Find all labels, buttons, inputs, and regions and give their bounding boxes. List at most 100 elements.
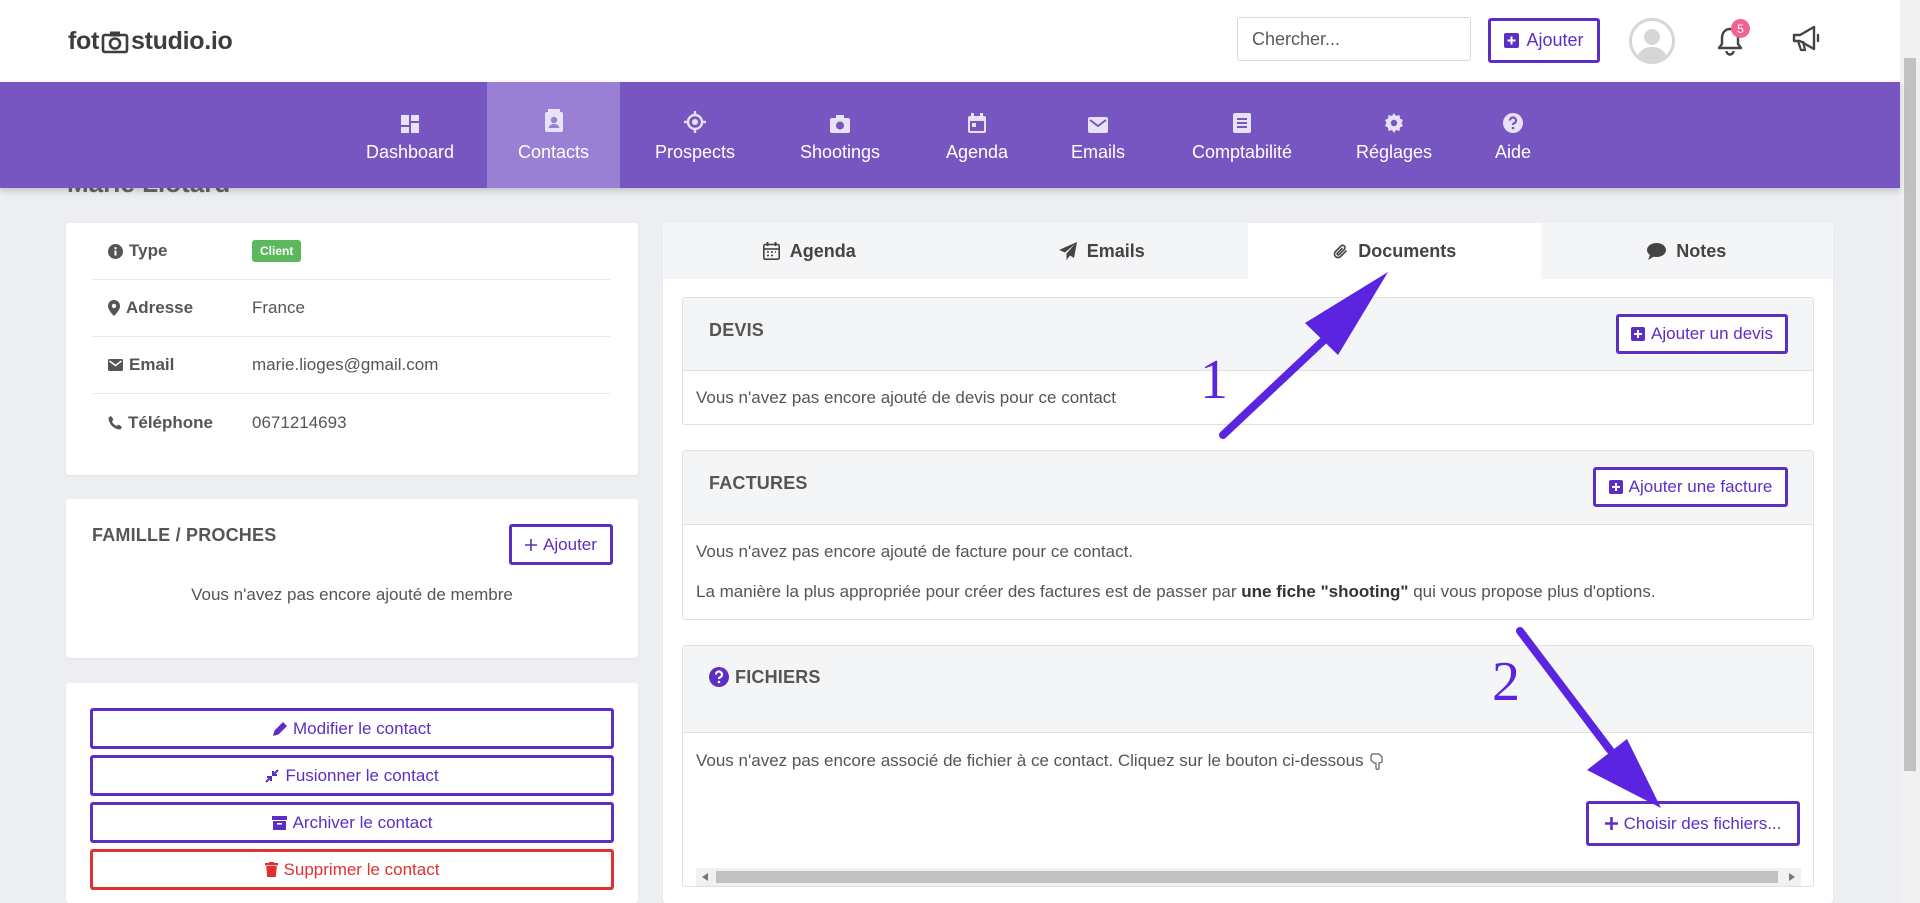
question-icon [1503,113,1523,133]
horizontal-scrollbar[interactable] [696,868,1801,886]
compress-arrows-icon [265,768,280,783]
envelope-icon [1088,117,1108,133]
factures-panel: FACTURES Ajouter une facture Vous n'avez… [682,450,1814,620]
fichiers-empty-text: Vous n'avez pas encore associé de fichie… [696,751,1386,771]
nav-aide[interactable]: Aide [1480,82,1546,188]
phone-value[interactable]: 0671214693 [252,413,347,433]
type-row: Type Client [92,223,610,280]
nav-emails-label: Emails [1070,142,1125,162]
email-label: Email [129,355,175,374]
logo-text-right: studio.io [131,27,233,55]
archive-box-icon [271,815,287,830]
nav-emails[interactable]: Emails [1052,82,1144,188]
family-empty-text: Vous n'avez pas encore ajouté de membre [191,585,513,604]
scroll-right-arrow-icon[interactable] [1789,873,1795,881]
family-title: FAMILLE / PROCHES [92,525,277,545]
plus-icon [1604,817,1618,830]
logo[interactable]: fot studio.io [68,27,233,56]
factures-title: FACTURES [709,473,808,493]
add-family-label: Ajouter [543,534,597,554]
search-input[interactable] [1237,17,1471,61]
tab-notes[interactable]: Notes [1541,223,1834,279]
tab-documents[interactable]: Documents [1248,223,1541,279]
phone-icon [108,415,122,429]
phone-row: Téléphone 0671214693 [92,394,610,451]
info-circle-icon [108,243,123,259]
scroll-left-arrow-icon[interactable] [702,873,708,881]
paper-plane-icon [1058,242,1077,260]
map-pin-icon [108,300,120,316]
fichiers-heading: FICHIERS [709,667,820,687]
client-badge: Client [252,240,302,262]
logo-text-left: fot [68,27,100,55]
tab-emails[interactable]: Emails [956,223,1249,279]
devis-empty-text: Vous n'avez pas encore ajouté de devis p… [696,388,1117,407]
choose-files-label: Choisir des fichiers... [1623,813,1782,833]
tab-agenda[interactable]: Agenda [663,223,956,279]
nav-comptabilite-label: Comptabilité [1191,142,1293,162]
choose-files-button[interactable]: Choisir des fichiers... [1586,801,1800,846]
fichiers-empty-label: Vous n'avez pas encore associé de fichie… [696,751,1364,770]
help-circle-icon[interactable] [709,667,729,687]
avatar[interactable] [1629,18,1675,64]
address-row: Adresse France [92,280,610,337]
nav-contacts[interactable]: Contacts [487,82,620,188]
edit-contact-button[interactable]: Modifier le contact [90,708,614,749]
camera-icon [830,115,850,133]
nav-prospects-label: Prospects [654,142,736,162]
add-devis-label: Ajouter un devis [1651,324,1773,343]
devis-title: DEVIS [709,320,765,340]
type-label: Type [129,241,168,260]
nav-dashboard[interactable]: Dashboard [349,82,471,188]
comment-icon [1647,242,1667,260]
merge-contact-label: Fusionner le contact [285,765,439,785]
gear-icon [1385,113,1403,133]
phone-label: Téléphone [128,412,214,432]
dashboard-icon [401,115,419,133]
add-devis-button[interactable]: Ajouter un devis [1616,314,1788,354]
megaphone-icon[interactable] [1790,24,1822,54]
tab-notes-label: Notes [1676,240,1727,261]
page-scrollbar[interactable] [1900,0,1920,903]
nav-dashboard-label: Dashboard [365,142,455,162]
plus-icon [525,538,538,551]
plus-square-icon [1608,480,1623,494]
top-header: fot studio.io Ajouter 5 [0,0,1900,82]
contact-info-card: Type Client Adresse France Email marie.l… [66,223,638,475]
tab-documents-label: Documents [1358,240,1457,261]
page-scrollbar-thumb[interactable] [1904,58,1916,771]
delete-contact-button[interactable]: Supprimer le contact [90,849,614,890]
add-family-button[interactable]: Ajouter [509,524,613,565]
email-value[interactable]: marie.lioges@gmail.com [252,355,438,375]
fichiers-panel: FICHIERS Vous n'avez pas encore associé … [682,645,1814,887]
nav-reglages[interactable]: Réglages [1350,82,1438,188]
contact-tabs: Agenda Emails Documents Notes [663,223,1833,279]
scrollbar-thumb[interactable] [716,871,1778,883]
nav-shootings-label: Shootings [799,142,881,162]
pencil-icon [273,721,288,736]
nav-comptabilite[interactable]: Comptabilité [1182,82,1302,188]
nav-contacts-label: Contacts [517,142,590,162]
nav-agenda-label: Agenda [945,142,1009,162]
archive-contact-label: Archiver le contact [292,812,433,832]
nav-reglages-label: Réglages [1355,142,1433,162]
factures-empty-text: Vous n'avez pas encore ajouté de facture… [696,542,1134,561]
camera-logo-icon [101,31,129,53]
shooting-link[interactable]: une fiche "shooting" [1241,582,1408,601]
edit-contact-label: Modifier le contact [293,718,431,738]
fichiers-title: FICHIERS [735,666,821,687]
archive-contact-button[interactable]: Archiver le contact [90,802,614,843]
add-button[interactable]: Ajouter [1488,18,1600,63]
nav-agenda[interactable]: Agenda [930,82,1024,188]
paperclip-icon [1333,244,1348,258]
target-icon [684,111,706,133]
nav-shootings[interactable]: Shootings [786,82,894,188]
email-row: Email marie.lioges@gmail.com [92,337,610,394]
tab-emails-label: Emails [1086,240,1145,261]
hand-pointing-down-icon [1369,753,1383,770]
nav-prospects[interactable]: Prospects [636,82,754,188]
add-facture-button[interactable]: Ajouter une facture [1593,467,1788,507]
trash-icon [264,862,278,877]
delete-contact-label: Supprimer le contact [283,859,440,879]
merge-contact-button[interactable]: Fusionner le contact [90,755,614,796]
